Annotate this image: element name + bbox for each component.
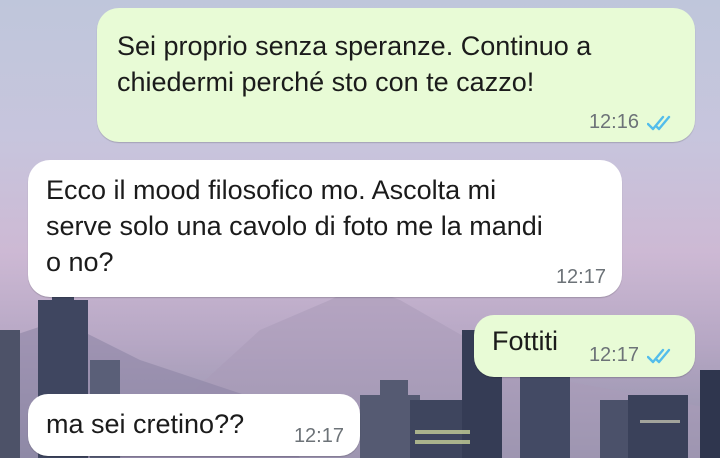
message-time: 12:16 xyxy=(588,111,639,133)
message-text: ma sei cretino?? xyxy=(46,409,245,439)
message-time: 12:17 xyxy=(555,266,606,288)
message-bubble-outgoing[interactable]: Fottiti 12:17 xyxy=(474,315,695,377)
message-time: 12:17 xyxy=(293,425,344,447)
message-bubble-incoming[interactable]: ma sei cretino?? 12:17 xyxy=(28,394,360,456)
message-text: Sei proprio senza speranze. Continuo a c… xyxy=(117,31,592,97)
message-text: Ecco il mood filosofico mo. Ascolta mi s… xyxy=(46,175,543,277)
message-meta: 12:16 xyxy=(589,111,677,134)
message-meta: 12:17 xyxy=(556,266,606,289)
message-bubble-incoming[interactable]: Ecco il mood filosofico mo. Ascolta mi s… xyxy=(28,160,622,297)
double-check-read-icon xyxy=(647,348,671,363)
message-time: 12:17 xyxy=(588,344,639,366)
message-meta: 12:17 xyxy=(589,344,677,367)
double-check-read-icon xyxy=(647,115,671,130)
message-bubble-outgoing[interactable]: Sei proprio senza speranze. Continuo a c… xyxy=(97,8,695,142)
message-text: Fottiti xyxy=(492,326,559,356)
message-meta: 12:17 xyxy=(294,425,344,448)
